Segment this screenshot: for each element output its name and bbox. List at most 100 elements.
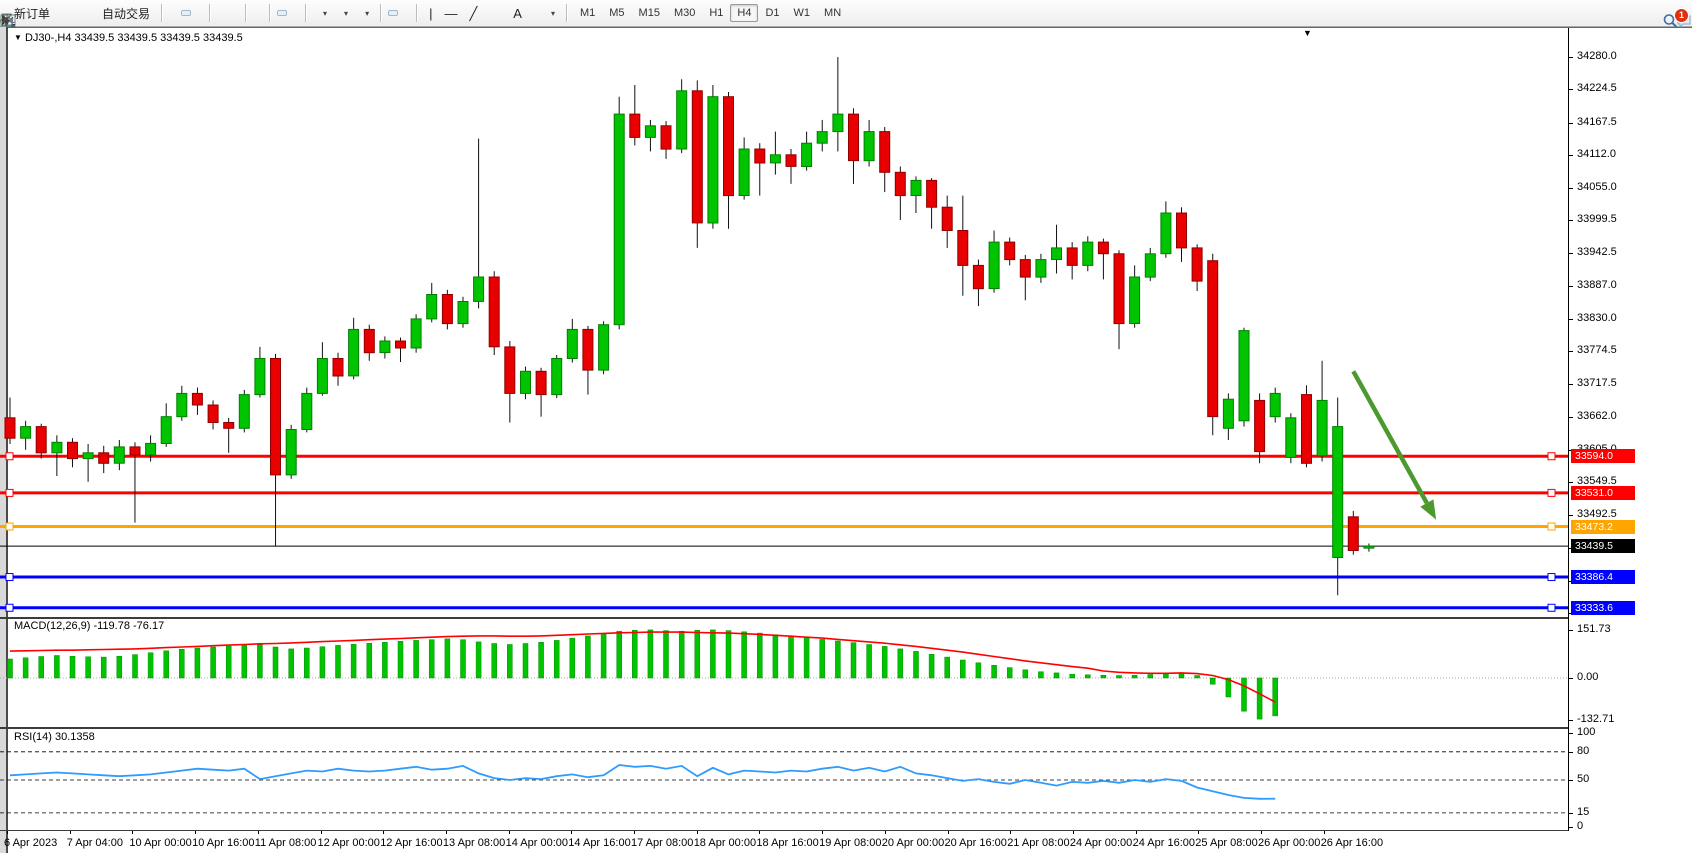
chart-corner-marker[interactable]: ▼ (1303, 28, 1312, 38)
auto-scroll-button[interactable] (277, 10, 287, 16)
price-tick: 34280.0 (1577, 50, 1617, 62)
price-pane[interactable] (0, 28, 1568, 618)
zoom-in-button[interactable] (217, 10, 227, 16)
price-tick-tick (1568, 188, 1573, 189)
timeframe-button-h1[interactable]: H1 (702, 4, 730, 22)
time-tick (1324, 831, 1325, 834)
candlestick-chart-button[interactable] (181, 10, 191, 16)
time-label: 12 Apr 00:00 (318, 837, 380, 849)
horizontal-line-button[interactable]: — (439, 4, 462, 23)
time-tick (759, 831, 760, 834)
price-tick-tick (1568, 89, 1573, 90)
time-tick (948, 831, 949, 834)
fibonacci-button[interactable]: F (496, 10, 506, 16)
macd-tick: 151.73 (1577, 623, 1611, 635)
timeframe-button-d1[interactable]: D1 (758, 4, 786, 22)
price-tick-tick (1568, 57, 1573, 58)
timeframe-button-mn[interactable]: MN (817, 4, 848, 22)
price-tick: 33662.0 (1577, 410, 1617, 422)
time-tick (258, 831, 259, 834)
indicators-button[interactable]: ▾ (313, 6, 332, 21)
time-label: 19 Apr 08:00 (819, 837, 881, 849)
hline-price-badge: 33531.0 (1571, 486, 1635, 500)
trendline-button[interactable]: ╱ (464, 4, 482, 23)
timeframe-button-m5[interactable]: M5 (602, 4, 631, 22)
chart-title: ▼ DJ30-,H4 33439.5 33439.5 33439.5 33439… (14, 32, 243, 44)
autotrade-button[interactable]: 自动交易 (93, 2, 155, 25)
market-depth-button[interactable] (57, 10, 67, 16)
time-label: 10 Apr 00:00 (129, 837, 191, 849)
hline-handle[interactable] (1548, 574, 1555, 581)
time-label: 21 Apr 08:00 (1007, 837, 1069, 849)
notifications-button[interactable]: 1 (1675, 10, 1685, 16)
rsi-tick-tick (1568, 733, 1573, 734)
hline-handle[interactable] (6, 574, 13, 581)
equidistant-channel-button[interactable]: E (484, 10, 494, 16)
text-button[interactable]: A (508, 4, 527, 23)
line-chart-button[interactable] (193, 10, 203, 16)
macd-tick: -132.71 (1577, 713, 1614, 725)
hline-handle[interactable] (6, 489, 13, 496)
macd-tick-tick (1568, 720, 1573, 721)
hline-handle[interactable] (1548, 523, 1555, 530)
hline-handle[interactable] (1548, 453, 1555, 460)
crosshair-button[interactable] (400, 10, 410, 16)
pane-divider-macd[interactable] (0, 617, 1568, 619)
price-tick-tick (1568, 384, 1573, 385)
hline-handle[interactable] (1548, 489, 1555, 496)
time-label: 17 Apr 08:00 (631, 837, 693, 849)
arrows-button[interactable]: ▾ (541, 6, 560, 21)
time-tick (1010, 831, 1011, 834)
price-tick: 33492.5 (1577, 508, 1617, 520)
rsi-pane[interactable] (0, 729, 1568, 830)
cursor-button[interactable] (388, 10, 398, 16)
time-label: 20 Apr 16:00 (945, 837, 1007, 849)
zoom-out-button[interactable] (229, 10, 239, 16)
rsi-tick-tick (1568, 813, 1573, 814)
timeframe-button-m30[interactable]: M30 (667, 4, 702, 22)
macd-pane[interactable] (0, 619, 1568, 728)
time-label: 14 Apr 16:00 (568, 837, 630, 849)
tile-windows-button[interactable] (253, 10, 263, 16)
rsi-tick: 0 (1577, 820, 1583, 832)
time-label: 12 Apr 16:00 (380, 837, 442, 849)
time-label: 26 Apr 00:00 (1258, 837, 1320, 849)
timeframe-button-h4[interactable]: H4 (730, 4, 758, 22)
hline-handle[interactable] (1548, 604, 1555, 611)
indicators-caret-icon: ▾ (323, 9, 327, 18)
price-tick-tick (1568, 123, 1573, 124)
trend-arrow[interactable] (1353, 371, 1436, 519)
price-tick: 34112.0 (1577, 148, 1616, 160)
hline-handle[interactable] (6, 604, 13, 611)
periods-caret-icon: ▾ (344, 9, 348, 18)
profile-button[interactable] (69, 10, 79, 16)
time-tick (697, 831, 698, 834)
timeframe-button-w1[interactable]: W1 (787, 4, 818, 22)
hline-handle[interactable] (6, 523, 13, 530)
pane-divider-rsi[interactable] (0, 727, 1568, 729)
text-icon: A (513, 7, 522, 20)
vertical-line-button[interactable]: | (424, 4, 437, 23)
search-button[interactable] (1663, 10, 1673, 16)
chart-dropdown-marker[interactable]: ▼ (14, 33, 22, 42)
periods-button[interactable]: ▾ (334, 6, 353, 21)
time-tick (7, 831, 8, 834)
current-price-badge: 33439.5 (1571, 539, 1635, 553)
price-tick: 33774.5 (1577, 344, 1617, 356)
timeframe-button-m1[interactable]: M1 (573, 4, 602, 22)
hline-price-badge: 33386.4 (1571, 570, 1635, 584)
timeframe-button-m15[interactable]: M15 (632, 4, 667, 22)
trading-terminal-window: 新订单 自动交易 (0, 0, 1692, 853)
time-tick (446, 831, 447, 834)
text-label-button[interactable]: T (529, 10, 539, 16)
price-tick: 33887.0 (1577, 279, 1617, 291)
rsi-indicator-label: RSI(14) 30.1358 (14, 731, 95, 743)
templates-button[interactable]: ▾ (355, 6, 374, 21)
chart-shift-button[interactable] (289, 10, 299, 16)
hline-handle[interactable] (6, 453, 13, 460)
price-tick: 33717.5 (1577, 377, 1617, 389)
chart-ohlc-values: 33439.5 33439.5 33439.5 33439.5 (75, 32, 243, 44)
rsi-tick: 80 (1577, 745, 1589, 757)
signals-button[interactable] (81, 10, 91, 16)
bar-chart-button[interactable] (169, 10, 179, 16)
